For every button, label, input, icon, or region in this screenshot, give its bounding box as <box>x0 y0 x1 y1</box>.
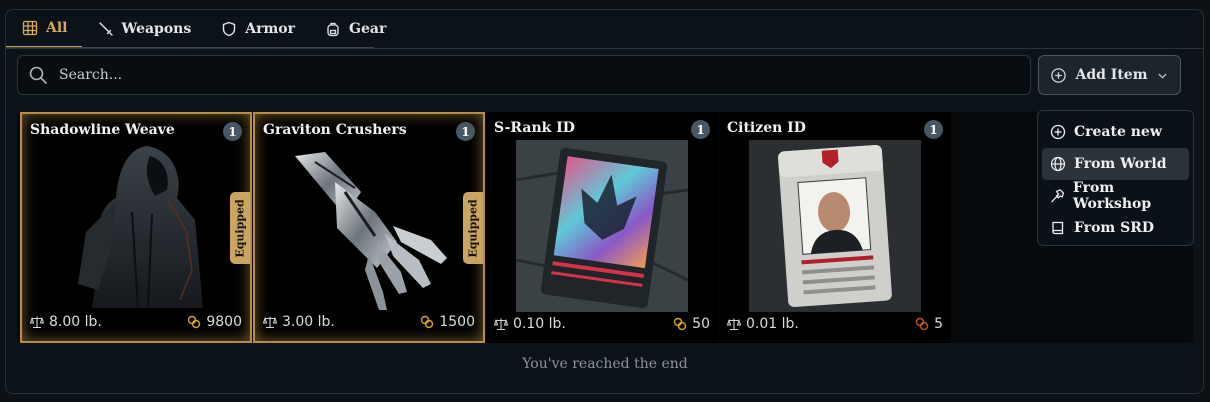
tab-weapons[interactable]: Weapons <box>82 10 206 48</box>
coins-icon <box>188 315 201 329</box>
coins-icon <box>421 315 434 329</box>
item-footer: 8.00 lb. 9800 <box>30 313 242 331</box>
hammer-icon <box>1051 189 1065 203</box>
tab-all-label: All <box>46 20 68 36</box>
book-icon <box>1052 221 1064 235</box>
menu-item-from-workshop[interactable]: From Workshop <box>1042 180 1189 212</box>
item-weight: 3.00 lb. <box>282 314 335 330</box>
grid-icon <box>22 20 38 36</box>
quantity-badge: 1 <box>691 120 710 139</box>
item-name: Shadowline Weave <box>30 122 175 138</box>
search-icon <box>29 66 47 84</box>
menu-item-label: From Workshop <box>1072 180 1152 212</box>
item-cost: 50 <box>692 316 710 332</box>
item-footer: 0.10 lb. 50 <box>494 315 710 333</box>
item-image-rank-card <box>516 140 688 312</box>
equipped-label: Equipped <box>233 198 247 258</box>
sword-icon <box>98 22 113 36</box>
item-card[interactable]: Graviton Crushers 1 Equipped 3.00 lb. 15… <box>253 112 485 343</box>
coins-icon <box>673 317 687 331</box>
search-bar[interactable] <box>17 55 1031 95</box>
item-cost: 5 <box>934 316 943 332</box>
quantity-badge: 1 <box>456 122 475 141</box>
add-item-menu: Create new From World From Workshop From… <box>1037 110 1194 246</box>
add-item-button[interactable]: Add Item <box>1038 55 1181 95</box>
equipped-tag: Equipped <box>463 192 483 264</box>
equipped-tag: Equipped <box>230 192 250 264</box>
scale-icon <box>263 316 277 329</box>
scale-icon <box>727 318 741 331</box>
menu-item-create-new[interactable]: Create new <box>1042 116 1189 148</box>
item-image-cloak <box>78 146 203 309</box>
item-cost: 1500 <box>439 314 475 330</box>
item-name: S-Rank ID <box>494 120 575 136</box>
item-image-gauntlet <box>295 152 447 310</box>
item-footer: 3.00 lb. 1500 <box>263 313 475 331</box>
tab-divider <box>6 48 1203 49</box>
add-item-label: Add Item <box>1075 67 1148 83</box>
item-card[interactable]: Shadowline Weave 1 Equipped 8.00 lb. 980… <box>20 112 252 343</box>
tab-gear[interactable]: Gear <box>309 10 400 48</box>
chevron-down-icon <box>1158 73 1167 78</box>
item-grid: Shadowline Weave 1 Equipped 8.00 lb. 980… <box>17 112 1193 343</box>
item-cost: 9800 <box>206 314 242 330</box>
backpack-icon <box>327 22 339 37</box>
equipped-label: Equipped <box>466 198 480 258</box>
item-image-citizen-id <box>749 140 921 312</box>
globe-icon <box>1050 156 1066 172</box>
category-tabs: All Weapons Armor Gear <box>6 10 400 48</box>
item-footer: 0.01 lb. 5 <box>727 315 943 333</box>
item-weight: 0.10 lb. <box>513 316 566 332</box>
item-weight: 8.00 lb. <box>49 314 102 330</box>
item-card[interactable]: Citizen ID 1 0.01 lb. 5 <box>719 112 951 343</box>
menu-item-from-world[interactable]: From World <box>1042 148 1189 180</box>
plus-circle-icon <box>1050 124 1066 140</box>
scale-icon <box>30 316 44 329</box>
tab-all[interactable]: All <box>6 10 82 48</box>
menu-item-label: Create new <box>1074 124 1162 140</box>
tab-armor-label: Armor <box>245 21 296 37</box>
tab-gear-label: Gear <box>349 21 387 37</box>
menu-item-label: From World <box>1074 156 1167 172</box>
tab-underline <box>6 47 374 48</box>
tab-weapons-label: Weapons <box>121 21 192 37</box>
end-of-list-message: You've reached the end <box>522 356 688 372</box>
quantity-badge: 1 <box>924 120 943 139</box>
coins-icon <box>915 317 929 331</box>
scale-icon <box>494 318 508 331</box>
item-name: Citizen ID <box>727 120 806 136</box>
item-card[interactable]: S-Rank ID 1 0.10 lb. 50 <box>486 112 718 343</box>
item-weight: 0.01 lb. <box>746 316 799 332</box>
quantity-badge: 1 <box>223 122 242 141</box>
shield-icon <box>223 21 236 37</box>
item-name: Graviton Crushers <box>263 122 407 138</box>
plus-circle-icon <box>1051 67 1067 83</box>
tab-armor[interactable]: Armor <box>205 10 309 48</box>
search-input[interactable] <box>59 67 959 83</box>
menu-item-from-srd[interactable]: From SRD <box>1042 212 1189 244</box>
menu-item-label: From SRD <box>1074 220 1154 236</box>
